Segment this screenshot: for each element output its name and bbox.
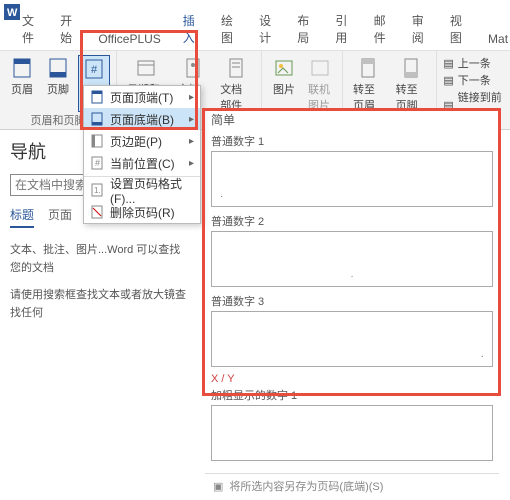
- picture-button[interactable]: 图片: [268, 55, 300, 99]
- format-icon: 1.: [90, 183, 104, 197]
- tab-mat[interactable]: Mat: [486, 28, 510, 50]
- next-button[interactable]: ▤下一条: [443, 72, 504, 88]
- tab-review[interactable]: 审阅: [410, 8, 430, 50]
- next-icon: ▤: [443, 74, 453, 87]
- nav-tab-pages[interactable]: 页面: [48, 206, 72, 228]
- gallery-item-2[interactable]: 普通数字 2 ·: [211, 213, 493, 287]
- tab-file[interactable]: 文件: [20, 8, 40, 50]
- tab-view[interactable]: 视图: [448, 8, 468, 50]
- page-margin-icon: [90, 134, 104, 148]
- prev-icon: ▤: [443, 57, 453, 70]
- goto-footer-button[interactable]: 转至页脚: [392, 55, 431, 115]
- tab-draw[interactable]: 绘图: [219, 8, 239, 50]
- current-pos-icon: #: [90, 156, 104, 170]
- save-icon: ▣: [213, 480, 223, 493]
- doc-parts-button[interactable]: 文档部件: [216, 55, 255, 115]
- page-number-gallery: 简单 普通数字 1 · 普通数字 2 · 普通数字 3 · X / Y 加粗显示…: [205, 108, 499, 498]
- gallery-section-simple: 简单: [205, 108, 499, 131]
- gallery-item-bold-1[interactable]: 加粗显示的数字 1: [211, 387, 493, 461]
- menu-page-margin[interactable]: 页边距(P): [84, 130, 200, 152]
- group-label-hf: 页眉和页脚: [31, 112, 86, 130]
- tab-officeplus[interactable]: OfficePLUS: [96, 28, 162, 50]
- svg-text:#: #: [95, 158, 100, 168]
- svg-text:W: W: [7, 7, 18, 19]
- menu-page-bottom[interactable]: 页面底端(B): [84, 108, 200, 130]
- remove-icon: [90, 205, 104, 219]
- page-top-icon: [90, 90, 104, 104]
- ribbon-tabs: 文件 开始 OfficePLUS 插入 绘图 设计 布局 引用 邮件 审阅 视图…: [0, 24, 510, 50]
- header-button[interactable]: 页眉: [6, 55, 38, 99]
- page-number-menu: 页面顶端(T) 页面底端(B) 页边距(P) #当前位置(C) 1.设置页码格式…: [83, 85, 201, 224]
- tab-layout[interactable]: 布局: [295, 8, 315, 50]
- app-icon: W: [4, 4, 20, 20]
- page-bottom-icon: [90, 112, 104, 126]
- svg-text:1.: 1.: [94, 186, 101, 195]
- online-picture-button[interactable]: 联机图片: [304, 55, 336, 115]
- svg-text:#: #: [91, 64, 98, 76]
- gallery-section-xy: X / Y: [205, 373, 499, 385]
- menu-page-top[interactable]: 页面顶端(T): [84, 86, 200, 108]
- tab-mail[interactable]: 邮件: [372, 8, 392, 50]
- nav-help-1: 文本、批注、图片...Word 可以查找您的文档: [10, 242, 190, 277]
- gallery-save-selection[interactable]: ▣ 将所选内容另存为页码(底端)(S): [205, 473, 499, 498]
- menu-format-page-number[interactable]: 1.设置页码格式(F)...: [84, 179, 200, 201]
- tab-design[interactable]: 设计: [257, 8, 277, 50]
- nav-help-2: 请使用搜索框查找文本或者放大镜查找任何: [10, 287, 190, 322]
- footer-button[interactable]: 页脚: [42, 55, 74, 99]
- nav-tab-headings[interactable]: 标题: [10, 206, 34, 228]
- tab-home[interactable]: 开始: [58, 8, 78, 50]
- menu-current-pos[interactable]: #当前位置(C): [84, 152, 200, 174]
- gallery-item-3[interactable]: 普通数字 3 ·: [211, 293, 493, 367]
- prev-button[interactable]: ▤上一条: [443, 55, 504, 71]
- gallery-item-1[interactable]: 普通数字 1 ·: [211, 133, 493, 207]
- tab-references[interactable]: 引用: [333, 8, 353, 50]
- goto-header-button[interactable]: 转至页眉: [349, 55, 388, 115]
- menu-remove-page-number[interactable]: 删除页码(R): [84, 201, 200, 223]
- tab-insert[interactable]: 插入: [181, 8, 201, 50]
